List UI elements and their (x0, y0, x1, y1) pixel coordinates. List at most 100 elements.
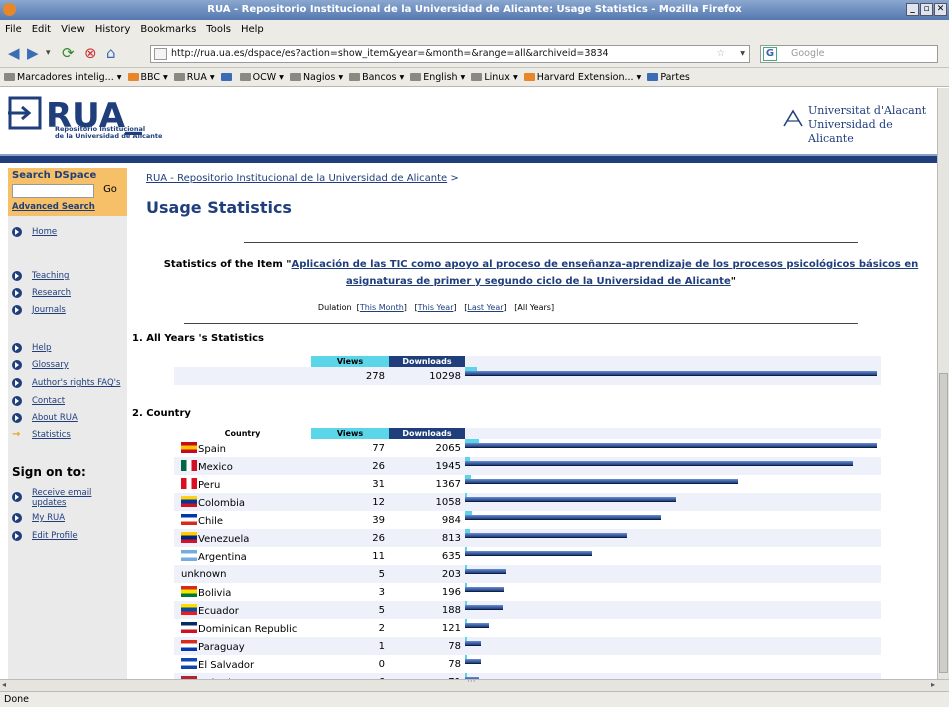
table-row: Colombia 12 1058 (174, 493, 881, 511)
url-dropdown-icon[interactable]: ▾ (740, 46, 745, 62)
back-icon[interactable]: ◀ (8, 44, 20, 62)
menu-help[interactable]: Help (241, 24, 264, 35)
bar-cell (465, 493, 881, 511)
item-title-link[interactable]: Aplicación de las TIC como apoyo al proc… (291, 259, 918, 287)
site-favicon-icon (154, 48, 167, 60)
total-views: 278 (311, 367, 389, 385)
sidebar-item-journals[interactable]: Journals (12, 305, 66, 315)
range-this-year[interactable]: This Year (418, 303, 454, 312)
downloads-bar (465, 461, 853, 466)
bookmark-item[interactable]: Marcadores intelig... ▾ (4, 72, 122, 83)
bar-cell (465, 601, 881, 619)
downloads-bar (465, 569, 506, 574)
col-bar (465, 428, 881, 439)
go-button[interactable]: Go (96, 183, 124, 199)
forward-icon[interactable]: ▶ (27, 44, 39, 62)
history-dropdown-icon[interactable]: ▾ (46, 44, 51, 62)
bookmark-item[interactable]: Bancos ▾ (349, 72, 404, 83)
sidebar-item-contact[interactable]: Contact (12, 396, 65, 406)
university-name[interactable]: Universitat d'Alacant Universidad de Ali… (808, 104, 937, 146)
folder-icon (173, 73, 185, 81)
arrow-circle-icon (12, 492, 22, 502)
scroll-left-icon[interactable]: ◂ (2, 680, 6, 689)
country-name: Chile (198, 515, 224, 527)
arrow-circle-icon (12, 288, 22, 298)
menu-file[interactable]: File (5, 24, 22, 35)
sidebar-item-home[interactable]: Home (12, 227, 57, 237)
downloads-cell: 121 (441, 622, 461, 634)
sidebar-item-help[interactable]: Help (12, 343, 51, 353)
sidebar-item-about[interactable]: About RUA (12, 413, 78, 423)
close-button[interactable]: ✕ (934, 3, 947, 16)
title-bar: RUA - Repositorio Institucional de la Un… (0, 0, 949, 20)
arrow-circle-icon (12, 531, 22, 541)
menu-tools[interactable]: Tools (206, 24, 231, 35)
bookmark-item[interactable]: OCW ▾ (239, 72, 284, 83)
views-cell: 26 (311, 529, 389, 547)
minimize-button[interactable]: _ (906, 3, 919, 16)
search-input[interactable]: G Google (760, 45, 938, 63)
menu-edit[interactable]: Edit (32, 24, 51, 35)
stop-icon[interactable]: ⊗ (84, 44, 97, 62)
range-this-month[interactable]: This Month (360, 303, 404, 312)
sidebar-item-email-updates[interactable]: Receive email updates (12, 488, 124, 508)
url-bar[interactable]: http://rua.ua.es/dspace/es?action=show_i… (150, 45, 750, 63)
menu-bar: File Edit View History Bookmarks Tools H… (0, 20, 949, 39)
advanced-search-link[interactable]: Advanced Search (12, 202, 95, 212)
maximize-button[interactable]: ▫ (920, 3, 933, 16)
bookmark-item[interactable]: Partes (647, 72, 690, 83)
table-row: Peru 31 1367 (174, 475, 881, 493)
bookmark-item[interactable] (220, 73, 234, 81)
bookmark-icon (647, 73, 659, 81)
arrow-circle-icon (12, 227, 22, 237)
sidebar-item-glossary[interactable]: Glossary (12, 360, 69, 370)
reload-icon[interactable]: ⟳ (62, 44, 75, 62)
item-statistics-title: Statistics of the Item "Aplicación de la… (163, 259, 919, 287)
table-row: Mexico 26 1945 (174, 457, 881, 475)
downloads-bar (465, 587, 504, 592)
duration-selector: Dulation [This Month] [This Year] [Last … (317, 303, 555, 312)
range-last-year[interactable]: Last Year (467, 303, 503, 312)
col-downloads: Downloads (389, 356, 465, 367)
table-row: unknown 5 203 (174, 565, 881, 583)
menu-view[interactable]: View (61, 24, 85, 35)
sidebar-item-edit-profile[interactable]: Edit Profile (12, 531, 78, 541)
dspace-search-input[interactable] (12, 184, 94, 198)
bookmark-item[interactable]: English ▾ (410, 72, 465, 83)
bookmark-item[interactable]: Harvard Extension... ▾ (523, 72, 641, 83)
downloads-bar (465, 443, 877, 448)
bookmark-item[interactable]: BBC ▾ (127, 72, 168, 83)
menu-bookmarks[interactable]: Bookmarks (140, 24, 196, 35)
scroll-thumb[interactable] (939, 373, 948, 673)
table-row: Chile 39 984 (174, 511, 881, 529)
vertical-scrollbar[interactable] (937, 88, 949, 679)
rss-icon (127, 73, 139, 81)
home-icon[interactable]: ⌂ (106, 44, 116, 62)
downloads-cell: 1945 (389, 457, 465, 475)
bookmark-star-icon[interactable]: ☆ (716, 46, 725, 62)
sidebar-item-statistics[interactable]: → Statistics (12, 430, 71, 441)
sidebar-item-authors-rights[interactable]: Author's rights FAQ's (12, 378, 120, 388)
bookmark-item[interactable]: Linux ▾ (471, 72, 518, 83)
bookmark-item[interactable]: Nagios ▾ (289, 72, 343, 83)
breadcrumb-link[interactable]: RUA - Repositorio Institucional de la Un… (146, 173, 447, 184)
scroll-right-icon[interactable]: ▸ (931, 680, 935, 689)
bookmark-icon (220, 73, 232, 81)
downloads-cell: 188 (389, 601, 465, 619)
table-row: Ecuador 5 188 (174, 601, 881, 619)
sidebar-item-my-rua[interactable]: My RUA (12, 513, 65, 523)
views-cell: 5 (311, 601, 389, 619)
google-icon[interactable]: G (763, 47, 777, 61)
downloads-bar (465, 659, 481, 664)
bookmark-item[interactable]: RUA ▾ (173, 72, 215, 83)
bar-cell (465, 619, 881, 637)
menu-history[interactable]: History (95, 24, 131, 35)
sidebar-item-teaching[interactable]: Teaching (12, 271, 69, 281)
sidebar-item-research[interactable]: Research (12, 288, 71, 298)
search-placeholder: Google (791, 48, 825, 59)
horizontal-scrollbar[interactable]: ◂ ··· ▸ (0, 677, 949, 691)
country-cell: El Salvador (174, 655, 311, 673)
views-cell: 12 (311, 493, 389, 511)
flag-icon (181, 639, 197, 651)
divider (244, 242, 858, 243)
